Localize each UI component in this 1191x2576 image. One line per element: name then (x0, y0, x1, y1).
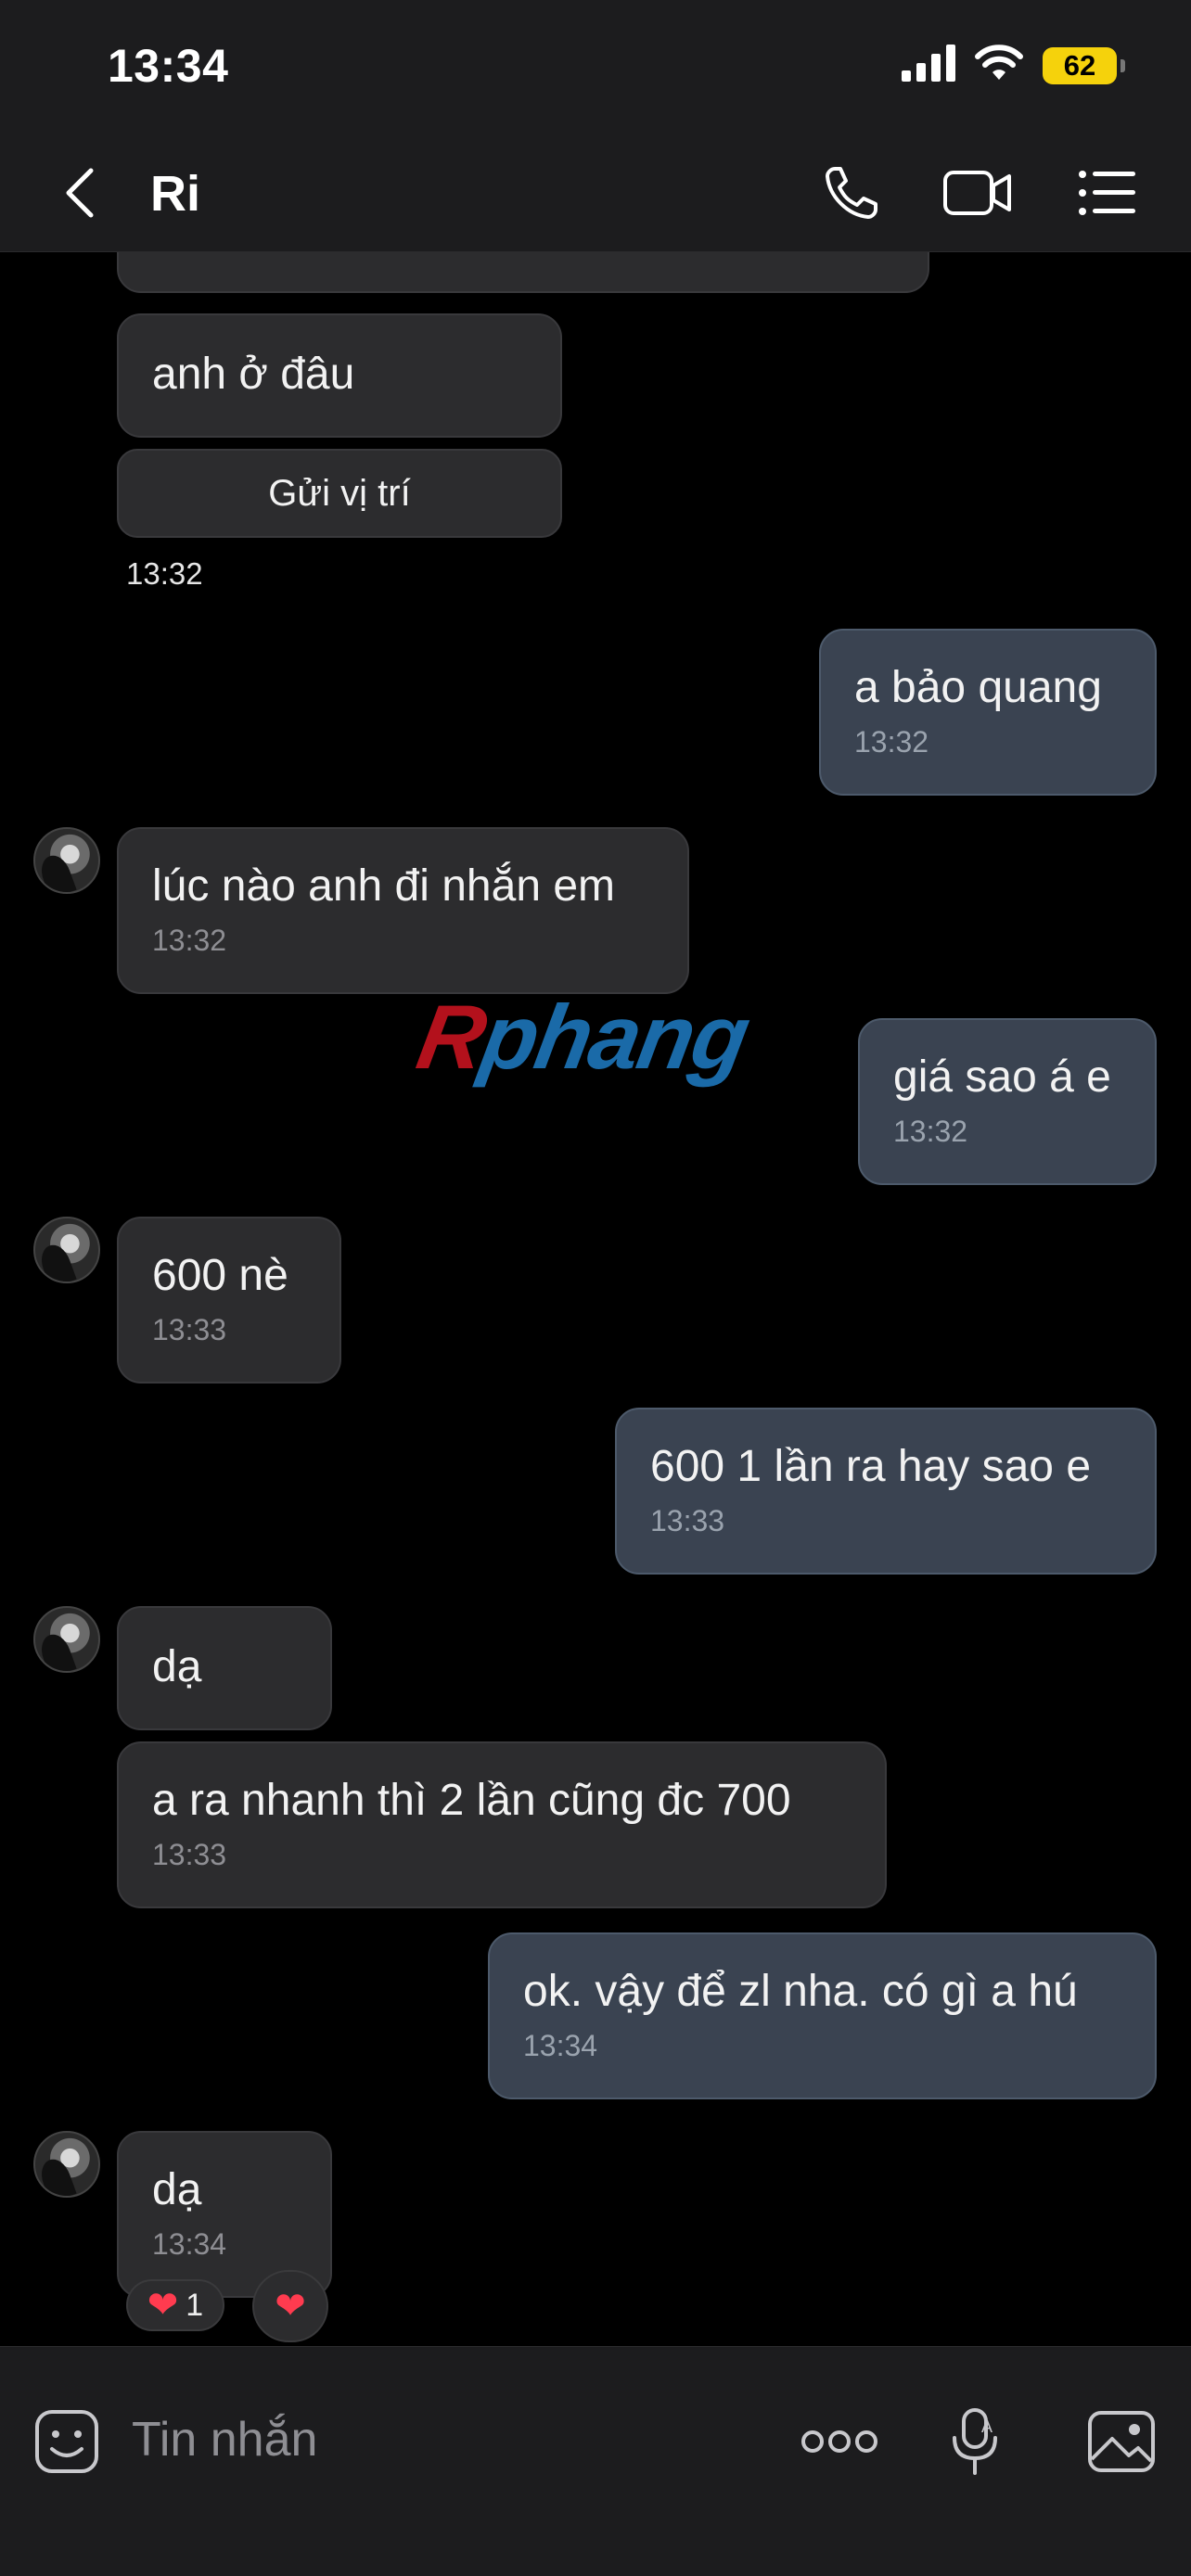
message-text: lúc nào anh đi nhắn em (152, 861, 616, 911)
contact-avatar[interactable] (33, 1217, 100, 1283)
message-text: a ra nhanh thì 2 lần cũng đc 700 (152, 1776, 791, 1825)
message-time: 13:34 (523, 2029, 598, 2062)
more-dots-icon (801, 2430, 877, 2453)
message-input[interactable]: Tin nhắn (132, 2412, 317, 2468)
message-text: dạ (152, 1642, 202, 1691)
photo-button[interactable] (1085, 2401, 1158, 2482)
contact-avatar[interactable] (33, 2131, 100, 2198)
wifi-icon (974, 45, 1024, 86)
message-bubble-incoming[interactable]: lúc nào anh đi nhắn em 13:32 (117, 827, 689, 994)
message-time: 13:34 (152, 2227, 227, 2261)
message-text: 600 nè (152, 1251, 288, 1300)
sticker-button[interactable] (32, 2401, 102, 2482)
video-camera-icon (943, 171, 1011, 215)
sticker-face-icon (35, 2410, 98, 2473)
signal-icon (902, 45, 955, 86)
svg-text:A: A (981, 2417, 992, 2436)
react-heart-button[interactable]: ❤ (252, 2270, 328, 2342)
message-bubble-incoming[interactable]: a ra nhanh thì 2 lần cũng đc 700 13:33 (117, 1741, 887, 1908)
message-time: 13:33 (650, 1504, 725, 1537)
more-options-button[interactable] (800, 2401, 879, 2482)
phone-icon (826, 167, 877, 219)
message-bubble-incoming[interactable]: 600 nè 13:33 (117, 1217, 341, 1384)
status-time: 13:34 (108, 40, 229, 92)
message-bubble-incoming[interactable]: anh ở đâu (117, 313, 562, 438)
watermark-logo: Rphang (410, 986, 756, 1088)
message-time: 13:33 (152, 1838, 227, 1871)
message-text: dạ (152, 2165, 202, 2214)
contact-avatar[interactable] (33, 827, 100, 894)
video-call-button[interactable] (942, 158, 1013, 228)
message-list[interactable]: anh ở đâu Gửi vị trí 13:32 a bảo quang 1… (0, 252, 1191, 2346)
message-time: 13:33 (152, 1313, 227, 1346)
message-bubble-incoming[interactable]: dạ (117, 1606, 332, 1730)
reaction-summary[interactable]: ❤ 1 (126, 2279, 224, 2331)
send-location-button[interactable]: Gửi vị trí (117, 449, 562, 538)
chevron-left-icon (66, 168, 94, 218)
voice-message-button[interactable]: A (946, 2401, 1004, 2482)
message-text: anh ở đâu (152, 350, 355, 399)
battery-indicator: 62 (1043, 46, 1125, 84)
message-time: 13:32 (893, 1115, 968, 1148)
list-menu-icon (1079, 171, 1135, 215)
message-text: 600 1 lần ra hay sao e (650, 1442, 1092, 1491)
image-gallery-icon (1088, 2411, 1155, 2472)
heart-icon: ❤ (147, 2285, 179, 2326)
message-bubble-outgoing[interactable]: giá sao á e 13:32 (858, 1018, 1157, 1185)
voice-call-button[interactable] (818, 158, 885, 228)
message-time: 13:32 (126, 556, 203, 591)
top-bar: 13:34 62 Ri (0, 0, 1191, 252)
microphone-icon: A (953, 2408, 997, 2475)
contact-name[interactable]: Ri (150, 165, 200, 223)
message-text: ok. vậy để zl nha. có gì a hú (523, 1967, 1078, 2016)
message-time: 13:32 (152, 924, 227, 957)
back-button[interactable] (52, 158, 108, 228)
message-bubble-outgoing[interactable]: ok. vậy để zl nha. có gì a hú 13:34 (488, 1932, 1157, 2099)
message-bubble-outgoing[interactable]: 600 1 lần ra hay sao e 13:33 (615, 1408, 1157, 1575)
message-time: 13:32 (854, 725, 929, 759)
status-icons: 62 (902, 45, 1125, 86)
options-menu-button[interactable] (1078, 158, 1137, 228)
heart-icon: ❤ (275, 2286, 306, 2327)
message-bubble-partial[interactable] (117, 252, 929, 293)
message-composer: Tin nhắn A (0, 2346, 1191, 2576)
message-bubble-outgoing[interactable]: a bảo quang 13:32 (819, 629, 1157, 796)
message-text: a bảo quang (854, 663, 1102, 712)
contact-avatar[interactable] (33, 1606, 100, 1673)
reaction-count: 1 (186, 2287, 204, 2323)
message-text: giá sao á e (893, 1052, 1111, 1102)
